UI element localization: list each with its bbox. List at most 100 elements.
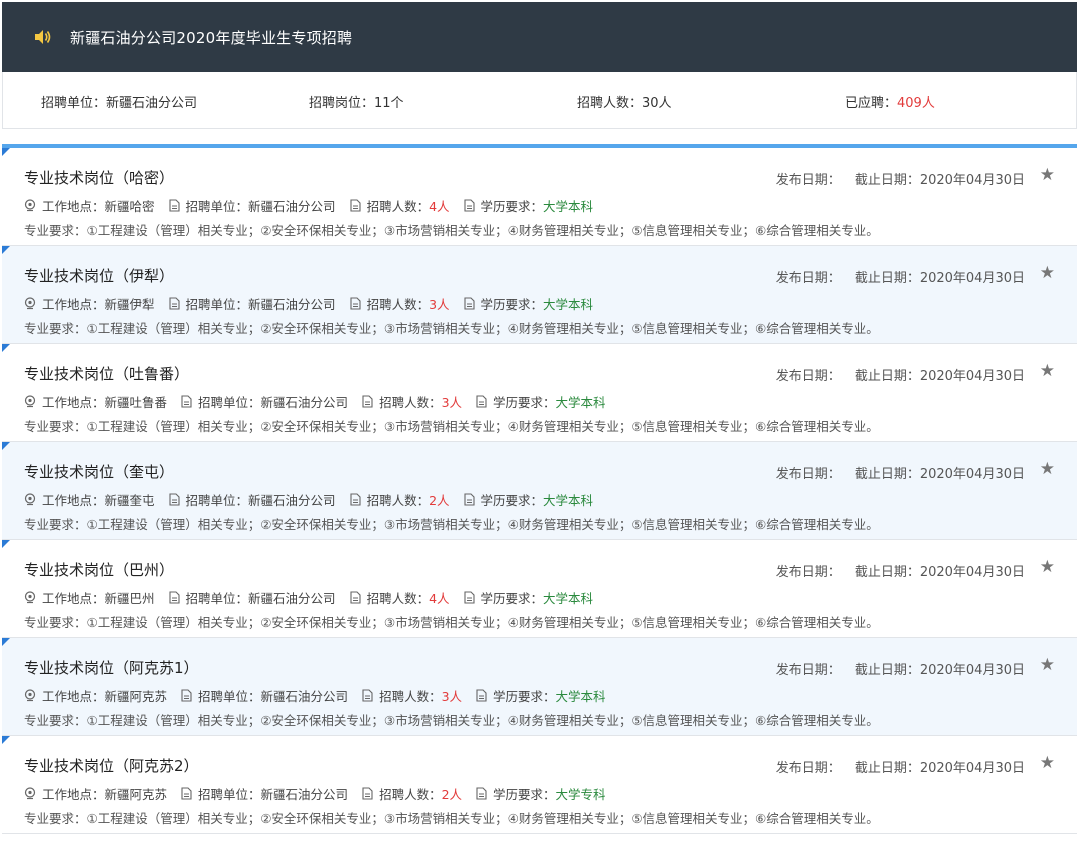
job-major-requirements: 专业要求：①工程建设（管理）相关专业；②安全环保相关专业；③市场营销相关专业；④… <box>24 713 879 728</box>
job-row[interactable]: 专业技术岗位（奎屯） 发布日期： 截止日期：2020年04月30日 ★ 工作地点：… <box>2 442 1077 540</box>
page-header: 新疆石油分公司2020年度毕业生专项招聘 <box>2 2 1077 72</box>
job-title[interactable]: 专业技术岗位（伊犁） <box>24 265 174 286</box>
corner-marker <box>2 638 10 646</box>
job-major-requirements: 专业要求：①工程建设（管理）相关专业；②安全环保相关专业；③市场营销相关专业；④… <box>24 811 879 826</box>
deadline-value: 2020年04月30日 <box>919 565 1025 580</box>
summary-unit: 招聘单位：新疆石油分公司 <box>41 96 198 111</box>
star-icon[interactable]: ★ <box>1040 263 1055 283</box>
document-icon <box>463 297 475 310</box>
job-title[interactable]: 专业技术岗位（哈密） <box>24 167 174 188</box>
star-icon[interactable]: ★ <box>1040 753 1055 773</box>
star-icon[interactable]: ★ <box>1040 361 1055 381</box>
job-row[interactable]: 专业技术岗位（阿克苏2） 发布日期： 截止日期：2020年04月30日 ★ 工作地… <box>2 736 1077 834</box>
job-row[interactable]: 专业技术岗位（哈密） 发布日期： 截止日期：2020年04月30日 ★ 工作地点：… <box>2 148 1077 246</box>
job-title[interactable]: 专业技术岗位（奎屯） <box>24 461 174 482</box>
document-icon <box>168 493 180 506</box>
job-row[interactable]: 专业技术岗位（巴州） 发布日期： 截止日期：2020年04月30日 ★ 工作地点：… <box>2 540 1077 638</box>
deadline-label: 截止日期： <box>854 271 920 286</box>
job-headcount: 招聘人数： 3人 <box>362 392 462 411</box>
job-education: 学历要求： 大学本科 <box>476 686 606 705</box>
location-pin-icon <box>24 591 36 604</box>
job-major-requirements: 专业要求：①工程建设（管理）相关专业；②安全环保相关专业；③市场营销相关专业；④… <box>24 223 879 238</box>
job-education: 学历要求： 大学本科 <box>463 294 593 313</box>
job-dates: 发布日期： 截止日期：2020年04月30日 <box>776 659 1025 678</box>
job-unit: 招聘单位： 新疆石油分公司 <box>168 490 336 509</box>
job-major-requirements: 专业要求：①工程建设（管理）相关专业；②安全环保相关专业；③市场营销相关专业；④… <box>24 615 879 630</box>
job-education: 学历要求： 大学专科 <box>476 784 606 803</box>
job-location: 工作地点： 新疆伊犁 <box>24 294 155 313</box>
job-unit: 招聘单位： 新疆石油分公司 <box>168 196 336 215</box>
star-icon[interactable]: ★ <box>1040 165 1055 185</box>
star-icon[interactable]: ★ <box>1040 557 1055 577</box>
publish-date-label: 发布日期： <box>775 761 841 776</box>
job-title[interactable]: 专业技术岗位（阿克苏1） <box>24 657 199 678</box>
job-title[interactable]: 专业技术岗位（吐鲁番） <box>24 363 189 384</box>
document-icon <box>350 591 361 604</box>
document-icon <box>362 395 373 408</box>
publish-date-label: 发布日期： <box>775 663 841 678</box>
job-dates: 发布日期： 截止日期：2020年04月30日 <box>776 757 1025 776</box>
job-unit: 招聘单位： 新疆石油分公司 <box>181 686 348 705</box>
document-icon <box>476 689 487 702</box>
job-row[interactable]: 专业技术岗位（阿克苏1） 发布日期： 截止日期：2020年04月30日 ★ 工作地… <box>2 638 1077 736</box>
corner-marker <box>2 148 10 156</box>
job-meta: 工作地点： 新疆阿克苏 招聘单位： 新疆石油分公司 招聘人数： 2人 学历要求：… <box>24 784 620 803</box>
job-dates: 发布日期： 截止日期：2020年04月30日 <box>776 561 1025 580</box>
page-title: 新疆石油分公司2020年度毕业生专项招聘 <box>70 28 353 47</box>
location-pin-icon <box>24 395 36 408</box>
job-headcount: 招聘人数： 3人 <box>350 294 450 313</box>
deadline-label: 截止日期： <box>854 173 920 188</box>
job-headcount: 招聘人数： 3人 <box>362 686 462 705</box>
corner-marker <box>2 540 10 548</box>
job-location: 工作地点： 新疆阿克苏 <box>24 686 167 705</box>
job-meta: 工作地点： 新疆阿克苏 招聘单位： 新疆石油分公司 招聘人数： 3人 学历要求：… <box>24 686 620 705</box>
document-icon <box>463 199 475 212</box>
job-location: 工作地点： 新疆阿克苏 <box>24 784 167 803</box>
job-major-requirements: 专业要求：①工程建设（管理）相关专业；②安全环保相关专业；③市场营销相关专业；④… <box>24 419 879 434</box>
document-icon <box>476 395 487 408</box>
star-icon[interactable]: ★ <box>1040 655 1055 675</box>
job-meta: 工作地点： 新疆伊犁 招聘单位： 新疆石油分公司 招聘人数： 3人 学历要求： … <box>24 294 607 313</box>
deadline-value: 2020年04月30日 <box>919 271 1025 286</box>
job-meta: 工作地点： 新疆巴州 招聘单位： 新疆石油分公司 招聘人数： 4人 学历要求： … <box>24 588 607 607</box>
job-unit: 招聘单位： 新疆石油分公司 <box>181 392 348 411</box>
job-title[interactable]: 专业技术岗位（阿克苏2） <box>24 755 199 776</box>
job-row[interactable]: 专业技术岗位（吐鲁番） 发布日期： 截止日期：2020年04月30日 ★ 工作地点… <box>2 344 1077 442</box>
deadline-value: 2020年04月30日 <box>919 173 1025 188</box>
job-dates: 发布日期： 截止日期：2020年04月30日 <box>776 267 1025 286</box>
corner-marker <box>2 344 10 352</box>
job-list: 专业技术岗位（哈密） 发布日期： 截止日期：2020年04月30日 ★ 工作地点：… <box>2 144 1077 834</box>
job-dates: 发布日期： 截止日期：2020年04月30日 <box>776 169 1025 188</box>
deadline-value: 2020年04月30日 <box>919 369 1025 384</box>
job-major-requirements: 专业要求：①工程建设（管理）相关专业；②安全环保相关专业；③市场营销相关专业；④… <box>24 321 879 336</box>
job-education: 学历要求： 大学本科 <box>463 196 593 215</box>
deadline-label: 截止日期： <box>854 467 920 482</box>
corner-marker <box>2 736 10 744</box>
job-location: 工作地点： 新疆哈密 <box>24 196 155 215</box>
speaker-icon <box>32 27 52 47</box>
document-icon <box>350 493 361 506</box>
job-education: 学历要求： 大学本科 <box>463 588 593 607</box>
job-unit: 招聘单位： 新疆石油分公司 <box>181 784 348 803</box>
deadline-value: 2020年04月30日 <box>919 663 1025 678</box>
star-icon[interactable]: ★ <box>1040 459 1055 479</box>
location-pin-icon <box>24 689 36 702</box>
document-icon <box>463 591 475 604</box>
job-meta: 工作地点： 新疆奎屯 招聘单位： 新疆石油分公司 招聘人数： 2人 学历要求： … <box>24 490 607 509</box>
job-education: 学历要求： 大学本科 <box>463 490 593 509</box>
job-education: 学历要求： 大学本科 <box>476 392 606 411</box>
deadline-value: 2020年04月30日 <box>919 467 1025 482</box>
recruitment-summary: 招聘单位：新疆石油分公司 招聘岗位：11个 招聘人数：30人 已应聘：409人 <box>2 72 1077 129</box>
job-row[interactable]: 专业技术岗位（伊犁） 发布日期： 截止日期：2020年04月30日 ★ 工作地点：… <box>2 246 1077 344</box>
job-unit: 招聘单位： 新疆石油分公司 <box>168 588 336 607</box>
job-major-requirements: 专业要求：①工程建设（管理）相关专业；②安全环保相关专业；③市场营销相关专业；④… <box>24 517 879 532</box>
summary-posts: 招聘岗位：11个 <box>309 96 404 111</box>
location-pin-icon <box>24 199 36 212</box>
location-pin-icon <box>24 787 36 800</box>
job-dates: 发布日期： 截止日期：2020年04月30日 <box>776 463 1025 482</box>
document-icon <box>463 493 475 506</box>
document-icon <box>362 689 373 702</box>
publish-date-label: 发布日期： <box>775 467 841 482</box>
job-title[interactable]: 专业技术岗位（巴州） <box>24 559 174 580</box>
document-icon <box>181 689 192 702</box>
